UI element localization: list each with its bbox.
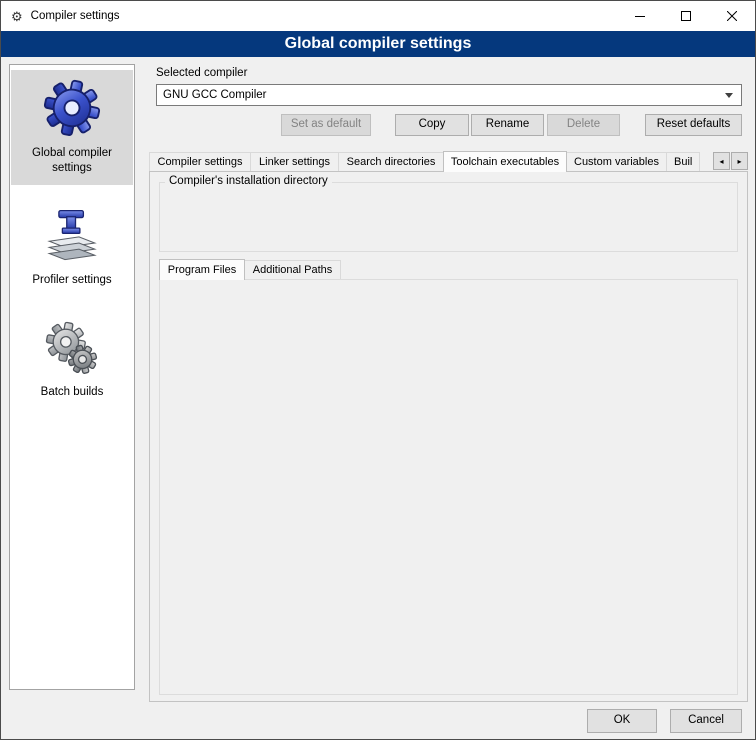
tab-search-directories[interactable]: Search directories [338, 152, 444, 171]
cancel-button[interactable]: Cancel [670, 709, 742, 733]
gear-icon [42, 77, 102, 137]
page-title-banner: Global compiler settings [1, 31, 755, 57]
tab-custom-variables[interactable]: Custom variables [566, 152, 667, 171]
compiler-select[interactable]: GNU GCC Compiler [156, 84, 742, 106]
maximize-button[interactable] [663, 1, 709, 31]
tab-program-files[interactable]: Program Files [159, 259, 245, 280]
set-as-default-button[interactable]: Set as default [281, 114, 371, 136]
window-controls [617, 1, 755, 31]
close-button[interactable] [709, 1, 755, 31]
program-files-panel [159, 279, 738, 695]
main-tabstrip: Compiler settings Linker settings Search… [149, 150, 748, 171]
app-icon: ⚙ [11, 10, 23, 23]
reset-defaults-button[interactable]: Reset defaults [645, 114, 742, 136]
sidebar: Global compiler settings Profiler setti [9, 64, 135, 690]
batch-builds-icon [44, 320, 100, 376]
maximize-icon [681, 11, 691, 21]
chevron-down-icon [725, 93, 733, 98]
window-title: Compiler settings [31, 10, 120, 22]
tab-linker-settings[interactable]: Linker settings [250, 152, 339, 171]
left-arrow-icon: ◂ [719, 157, 723, 166]
minimize-icon [635, 11, 645, 21]
selected-compiler-label: Selected compiler [156, 67, 247, 79]
sidebar-item-global-compiler-settings[interactable]: Global compiler settings [11, 70, 133, 185]
tab-scroll-left-button[interactable]: ◂ [713, 152, 730, 170]
profiler-icon [44, 208, 100, 264]
copy-button[interactable]: Copy [395, 114, 469, 136]
tab-compiler-settings[interactable]: Compiler settings [149, 152, 251, 171]
tab-additional-paths[interactable]: Additional Paths [244, 260, 341, 279]
tab-build-clipped[interactable]: Buil [666, 152, 700, 171]
titlebar: ⚙ Compiler settings [1, 1, 755, 31]
tab-toolchain-executables[interactable]: Toolchain executables [443, 151, 567, 172]
installation-directory-group [159, 182, 738, 252]
compiler-select-value: GNU GCC Compiler [163, 89, 267, 101]
compiler-settings-dialog: ⚙ Compiler settings Global compiler sett… [0, 0, 756, 740]
installation-directory-group-title: Compiler's installation directory [165, 175, 332, 187]
rename-button[interactable]: Rename [471, 114, 544, 136]
sidebar-item-label: Global compiler settings [13, 146, 131, 176]
delete-button[interactable]: Delete [547, 114, 620, 136]
ok-button[interactable]: OK [587, 709, 657, 733]
sidebar-item-batch-builds[interactable]: Batch builds [11, 313, 133, 409]
sidebar-item-label: Batch builds [13, 385, 131, 400]
tab-scroll-right-button[interactable]: ▸ [731, 152, 748, 170]
close-icon [727, 11, 737, 21]
sidebar-item-profiler-settings[interactable]: Profiler settings [11, 201, 133, 297]
sidebar-item-label: Profiler settings [13, 273, 131, 288]
right-arrow-icon: ▸ [737, 157, 741, 166]
minimize-button[interactable] [617, 1, 663, 31]
program-tabstrip: Program Files Additional Paths [159, 258, 738, 279]
